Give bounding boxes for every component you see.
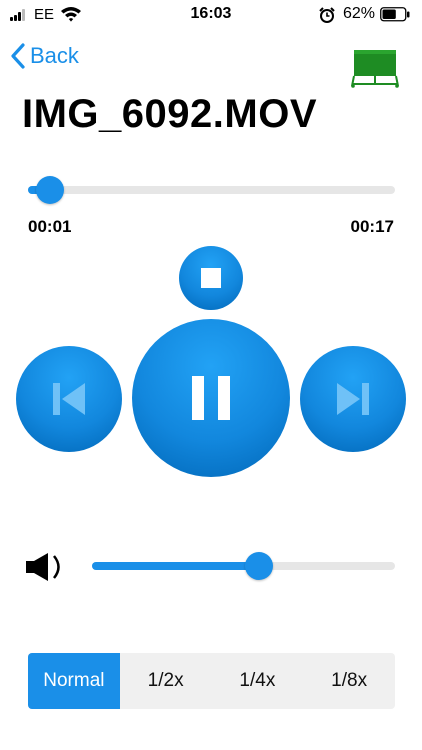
playback-speed-control[interactable]: Normal 1/2x 1/4x 1/8x: [28, 653, 395, 709]
alarm-icon: [319, 7, 335, 23]
elapsed-time: 00:01: [28, 217, 72, 236]
next-icon: [337, 383, 369, 415]
volume-slider[interactable]: [92, 552, 395, 580]
speed-option-half[interactable]: 1/2x: [120, 653, 212, 709]
battery-icon: [380, 7, 410, 22]
progress-slider[interactable]: [28, 176, 395, 204]
battery-percentage: 62%: [343, 5, 376, 22]
back-button-label: Back: [30, 43, 79, 68]
previous-icon: [53, 383, 85, 415]
pause-icon: [192, 376, 230, 420]
speed-option-normal[interactable]: Normal: [28, 653, 120, 709]
stop-button[interactable]: [179, 246, 243, 310]
progress-track[interactable]: [28, 186, 395, 194]
next-button[interactable]: [300, 346, 406, 452]
volume-fill: [92, 562, 259, 570]
video-title: IMG_6092.MOV: [22, 92, 318, 136]
pause-button[interactable]: [132, 319, 290, 477]
progress-thumb[interactable]: [36, 176, 65, 204]
previous-button[interactable]: [16, 346, 122, 452]
chevron-left-icon: [11, 43, 25, 69]
speaker-icon: [26, 553, 60, 581]
airplay-screen-icon[interactable]: [350, 46, 400, 88]
total-duration: 00:17: [350, 217, 394, 236]
speed-option-quarter[interactable]: 1/4x: [212, 653, 304, 709]
status-bar: EE 16:03 62%: [0, 0, 422, 30]
stop-icon: [201, 268, 221, 288]
back-button[interactable]: Back: [10, 40, 79, 72]
speed-option-eighth[interactable]: 1/8x: [303, 653, 395, 709]
volume-thumb[interactable]: [244, 552, 273, 580]
